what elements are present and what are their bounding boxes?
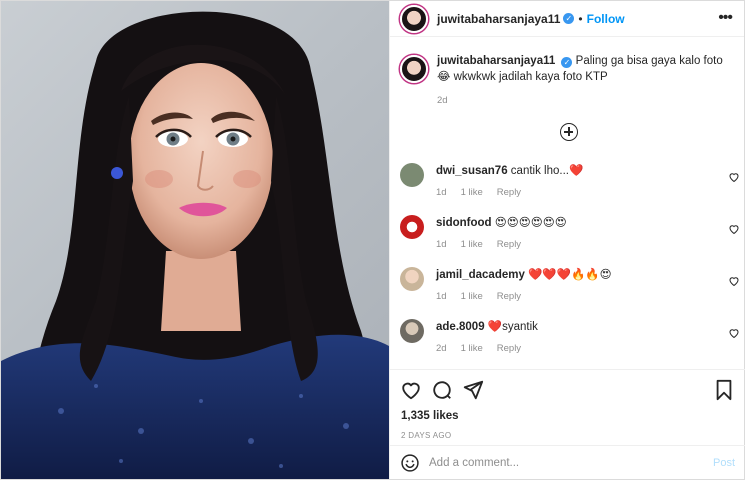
comment-likes[interactable]: 1 like bbox=[461, 343, 483, 354]
more-options-icon[interactable]: ••• bbox=[718, 10, 733, 26]
comment-text: ❤️syantik bbox=[487, 321, 538, 333]
action-bar bbox=[390, 370, 745, 410]
comment-avatar[interactable] bbox=[400, 319, 424, 343]
share-icon[interactable] bbox=[462, 379, 484, 401]
caption-username[interactable]: juwitabaharsanjaya11 bbox=[437, 55, 555, 67]
bookmark-icon[interactable] bbox=[713, 379, 735, 401]
comment-avatar[interactable] bbox=[400, 267, 424, 291]
load-more-comments-icon[interactable] bbox=[560, 123, 578, 141]
separator-dot: • bbox=[578, 11, 583, 26]
reply-button[interactable]: Reply bbox=[497, 291, 521, 302]
comment-input[interactable] bbox=[429, 456, 699, 469]
comment-likes[interactable]: 1 like bbox=[461, 291, 483, 302]
post-caption: juwitabaharsanjaya11 ✓ Paling ga bisa ga… bbox=[390, 37, 744, 109]
post-header: juwitabaharsanjaya11 ✓ • Follow ••• bbox=[390, 1, 744, 37]
comment-username[interactable]: jamil_dacademy bbox=[436, 269, 525, 281]
portrait-illustration bbox=[1, 11, 389, 479]
post-sidebar: juwitabaharsanjaya11 ✓ • Follow ••• juwi… bbox=[389, 1, 745, 479]
username-link[interactable]: juwitabaharsanjaya11 bbox=[437, 12, 560, 26]
comment-likes[interactable]: 1 like bbox=[461, 187, 483, 198]
post-timestamp[interactable]: 2 DAYS AGO bbox=[390, 431, 745, 440]
comment-like-heart-icon[interactable] bbox=[728, 275, 740, 287]
comment-like-heart-icon[interactable] bbox=[728, 223, 740, 235]
avatar[interactable] bbox=[400, 4, 428, 33]
comment-avatar[interactable] bbox=[400, 215, 424, 239]
post-comment-button[interactable]: Post bbox=[713, 457, 735, 469]
comment-text: ❤️❤️❤️🔥🔥😍 bbox=[528, 269, 612, 281]
reply-button[interactable]: Reply bbox=[497, 343, 521, 354]
comment-likes[interactable]: 1 like bbox=[461, 239, 483, 250]
likes-count[interactable]: 1,335 likes bbox=[390, 410, 745, 422]
heart-icon[interactable] bbox=[400, 379, 422, 401]
comment-item: ade.8009 ❤️syantik 2d 1 like Reply bbox=[400, 319, 740, 354]
comment-text: 😍😍😍😍😍😍 bbox=[494, 217, 567, 229]
comment-like-heart-icon[interactable] bbox=[728, 327, 740, 339]
reply-button[interactable]: Reply bbox=[497, 187, 521, 198]
comment-like-heart-icon[interactable] bbox=[728, 171, 740, 183]
comment-avatar[interactable] bbox=[400, 163, 424, 187]
verified-badge-icon: ✓ bbox=[563, 13, 575, 24]
verified-badge-icon: ✓ bbox=[561, 57, 573, 68]
comment-time[interactable]: 1d bbox=[436, 291, 447, 302]
comment-text: cantik lho...❤️ bbox=[510, 165, 584, 177]
instagram-post: juwitabaharsanjaya11 ✓ • Follow ••• juwi… bbox=[0, 0, 745, 480]
comment-item: sidonfood 😍😍😍😍😍😍 1d 1 like Reply bbox=[400, 215, 740, 250]
comment-item: dwi_susan76 cantik lho...❤️ 1d 1 like Repl… bbox=[400, 163, 740, 198]
comment-item: jamil_dacademy ❤️❤️❤️🔥🔥😍 1d 1 like Reply bbox=[400, 267, 740, 302]
comment-username[interactable]: sidonfood bbox=[436, 217, 492, 229]
follow-button[interactable]: Follow bbox=[587, 12, 625, 26]
emoji-icon[interactable] bbox=[400, 453, 420, 473]
comment-icon[interactable] bbox=[431, 379, 453, 401]
post-photo[interactable] bbox=[1, 1, 389, 479]
comment-time[interactable]: 1d bbox=[436, 239, 447, 250]
reply-button[interactable]: Reply bbox=[497, 239, 521, 250]
comment-username[interactable]: ade.8009 bbox=[436, 321, 485, 333]
caption-time[interactable]: 2d bbox=[437, 93, 727, 109]
comment-time[interactable]: 2d bbox=[436, 343, 447, 354]
comment-username[interactable]: dwi_susan76 bbox=[436, 165, 508, 177]
comment-time[interactable]: 1d bbox=[436, 187, 447, 198]
add-comment-bar: Post bbox=[390, 445, 745, 479]
caption-avatar[interactable] bbox=[400, 55, 428, 83]
